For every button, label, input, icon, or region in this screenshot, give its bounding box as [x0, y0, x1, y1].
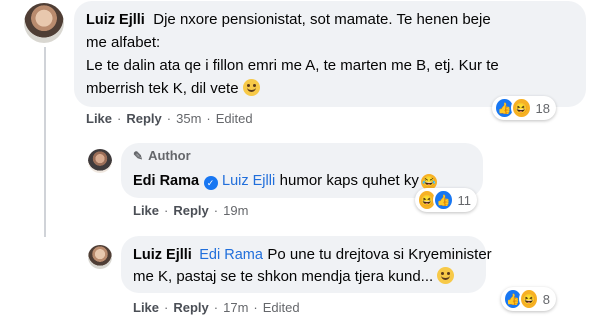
haha-icon: 😆	[510, 97, 532, 119]
mention-link[interactable]: Luiz Ejlli	[222, 173, 275, 189]
like-button[interactable]: Like	[86, 111, 112, 126]
author-badge: Author	[148, 148, 191, 163]
comment-actions: Like · Reply · 17m · Edited	[133, 300, 300, 315]
comment-text-line: Dje nxore pensionistat, sot mamate. Te h…	[153, 11, 491, 28]
like-button[interactable]: Like	[133, 300, 159, 315]
mention-link[interactable]: Edi Rama	[199, 247, 263, 263]
comment-text-line: mberrish tek K, dil vete	[86, 80, 239, 97]
reply-button[interactable]: Reply	[173, 203, 208, 218]
smile-emoji-icon	[437, 267, 455, 284]
smile-emoji-icon	[242, 79, 260, 96]
comment-bubble-3: Luiz Ejlli Edi Rama Po une tu drejtova s…	[121, 236, 492, 293]
reply-button[interactable]: Reply	[126, 111, 161, 126]
comment-text-line: Po une tu drejtova si Kryeminister	[267, 246, 492, 263]
comment-text-line: me K, pastaj se te shkon mendja tjera ku…	[133, 268, 434, 285]
avatar-luiz-ejlli[interactable]	[88, 245, 112, 269]
comment-text-line: Le te dalin ata qe i fillon emri me A, t…	[86, 57, 499, 74]
comment-text: humor kaps quhet ky	[279, 172, 419, 189]
reaction-summary[interactable]: 😆 👍 11	[415, 188, 477, 212]
haha-icon: 😆	[518, 288, 539, 310]
reaction-summary[interactable]: 👍 😆 8	[501, 287, 556, 311]
comment-time[interactable]: 17m	[223, 300, 248, 315]
comment-author[interactable]: Edi Rama	[133, 173, 199, 189]
comment-actions: Like · Reply · 19m	[133, 203, 249, 218]
comment-bubble-1: Luiz Ejlli Dje nxore pensionistat, sot m…	[74, 1, 586, 107]
verified-badge-icon: ✓	[203, 176, 218, 190]
comment-author[interactable]: Luiz Ejlli	[86, 12, 145, 28]
edited-label: Edited	[262, 300, 300, 315]
avatar-edi-rama[interactable]	[88, 149, 112, 173]
comment-actions: Like · Reply · 35m · Edited	[86, 111, 253, 126]
reaction-count: 8	[542, 291, 550, 307]
reaction-count: 18	[535, 100, 550, 116]
avatar-luiz-ejlli[interactable]	[24, 3, 64, 43]
reaction-summary[interactable]: 👍 😆 18	[492, 96, 556, 120]
like-button[interactable]: Like	[133, 203, 159, 218]
comment-time[interactable]: 35m	[176, 111, 201, 126]
comment-text-line: me alfabet:	[86, 34, 161, 51]
comment-author[interactable]: Luiz Ejlli	[133, 247, 192, 263]
edited-label: Edited	[215, 111, 253, 126]
thread-line	[44, 47, 46, 237]
pencil-icon: ✎	[133, 149, 144, 163]
reaction-count: 11	[457, 192, 472, 208]
reply-button[interactable]: Reply	[173, 300, 208, 315]
like-icon: 👍	[433, 189, 454, 211]
comment-time[interactable]: 19m	[223, 203, 248, 218]
